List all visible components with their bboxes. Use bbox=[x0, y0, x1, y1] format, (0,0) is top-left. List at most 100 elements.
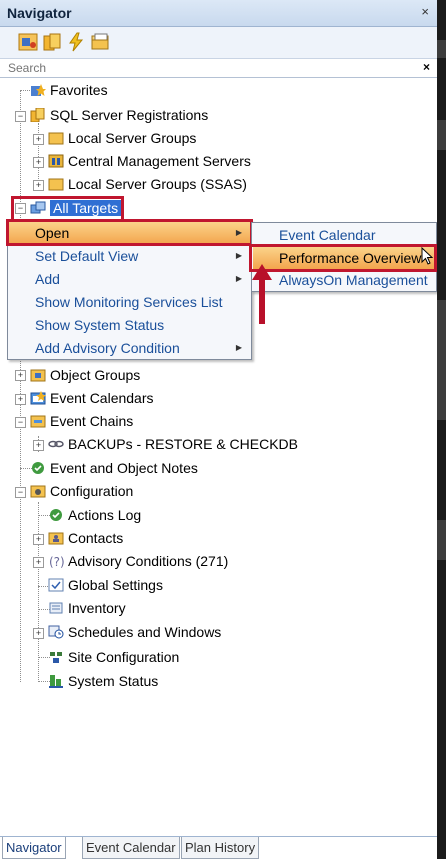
favorites-icon bbox=[31, 84, 46, 96]
edge-fragment bbox=[437, 520, 446, 560]
tree-item-system-status[interactable]: System Status bbox=[48, 671, 158, 691]
tree-item-label: SQL Server Registrations bbox=[50, 107, 209, 123]
tree-item-object-groups[interactable]: Object Groups bbox=[30, 365, 140, 385]
submenu-arrow-icon: ▶ bbox=[235, 251, 242, 260]
svg-text:(?): (?) bbox=[49, 555, 64, 568]
tree-item-label: System Status bbox=[68, 673, 159, 689]
submenu-item-alwayson-management[interactable]: AlwaysOn Management bbox=[253, 269, 435, 291]
expand-toggle[interactable]: + bbox=[33, 628, 44, 639]
tree-item-actions-log[interactable]: Actions Log bbox=[48, 505, 141, 525]
configuration-icon bbox=[30, 485, 46, 498]
menu-item-label: Show System Status bbox=[35, 317, 165, 333]
event-chains-icon bbox=[30, 415, 46, 428]
mouse-cursor-icon bbox=[421, 247, 434, 265]
clear-search-icon[interactable]: × bbox=[423, 60, 430, 74]
tree-item-sql-server-registrations[interactable]: SQL Server Registrations bbox=[30, 105, 208, 125]
submenu-item-event-calendar[interactable]: Event Calendar bbox=[253, 224, 435, 246]
expand-toggle[interactable]: + bbox=[33, 557, 44, 568]
all-targets-icon bbox=[30, 201, 46, 214]
lightning-icon[interactable] bbox=[66, 32, 86, 52]
tree-line bbox=[20, 90, 30, 91]
expand-toggle[interactable]: + bbox=[33, 134, 44, 145]
contacts-icon bbox=[48, 532, 64, 545]
registrations-icon bbox=[30, 108, 45, 122]
notes-icon bbox=[32, 462, 44, 474]
tree-item-site-configuration[interactable]: Site Configuration bbox=[48, 647, 179, 667]
tree-item-contacts[interactable]: Contacts bbox=[48, 528, 123, 548]
close-panel-button[interactable]: × bbox=[421, 4, 429, 19]
menu-item-label: Add Advisory Condition bbox=[35, 340, 180, 356]
tree-item-label: Event Calendars bbox=[50, 390, 154, 406]
expand-toggle[interactable]: + bbox=[15, 370, 26, 381]
menu-item-label: AlwaysOn Management bbox=[279, 272, 428, 288]
tree-item-schedules-windows[interactable]: Schedules and Windows bbox=[48, 622, 221, 642]
menu-item-add[interactable]: Add ▶ bbox=[9, 268, 250, 290]
annotation-arrow-icon bbox=[252, 264, 272, 324]
tree-item-label: Object Groups bbox=[50, 367, 141, 383]
submenu-arrow-icon: ▶ bbox=[235, 343, 242, 352]
search-input[interactable] bbox=[6, 60, 410, 76]
tree-item-local-server-groups[interactable]: Local Server Groups bbox=[48, 128, 196, 148]
navigator-titlebar: Navigator × bbox=[0, 0, 437, 27]
menu-item-show-system-status[interactable]: Show System Status bbox=[9, 314, 250, 336]
schedules-icon bbox=[48, 625, 64, 639]
tree-item-event-calendars[interactable]: Event Calendars bbox=[30, 388, 154, 408]
tree-item-advisory-conditions[interactable]: (?) Advisory Conditions (271) bbox=[48, 551, 228, 571]
tree-line bbox=[20, 90, 21, 682]
tree-item-label: Event and Object Notes bbox=[50, 460, 198, 476]
tree-item-backups-restore[interactable]: BACKUPs - RESTORE & CHECKDB bbox=[48, 434, 298, 454]
expand-toggle[interactable]: + bbox=[33, 534, 44, 545]
advisory-conditions-icon: (?) bbox=[49, 555, 64, 568]
chain-link-icon bbox=[48, 440, 64, 448]
adjacent-window-edge bbox=[437, 0, 446, 859]
tree-item-favorites[interactable]: Favorites bbox=[30, 80, 108, 100]
menu-item-set-default-view[interactable]: Set Default View ▶ bbox=[9, 245, 250, 267]
folder-icon bbox=[48, 132, 64, 145]
collapse-toggle[interactable]: − bbox=[15, 487, 26, 498]
collapse-toggle[interactable]: − bbox=[15, 203, 26, 214]
edge-fragment bbox=[437, 120, 446, 150]
navigator-panel: Navigator × × Favorit bbox=[0, 0, 437, 860]
open-highlight bbox=[6, 219, 253, 246]
tree-item-inventory[interactable]: Inventory bbox=[48, 598, 126, 618]
folder-icon[interactable] bbox=[90, 32, 110, 52]
expand-toggle[interactable]: + bbox=[33, 157, 44, 168]
tab-event-calendar[interactable]: Event Calendar bbox=[82, 837, 180, 859]
global-settings-icon bbox=[48, 578, 64, 592]
tree-item-configuration[interactable]: Configuration bbox=[30, 481, 133, 501]
tree-item-label: All Targets bbox=[50, 200, 122, 216]
tree-item-label: Site Configuration bbox=[68, 649, 180, 665]
menu-item-label: Show Monitoring Services List bbox=[35, 294, 223, 310]
group-icon[interactable] bbox=[42, 32, 62, 52]
tree-item-label: Advisory Conditions (271) bbox=[68, 553, 229, 569]
menu-item-show-monitoring-services[interactable]: Show Monitoring Services List bbox=[9, 291, 250, 313]
collapse-toggle[interactable]: − bbox=[15, 111, 26, 122]
inventory-icon bbox=[49, 602, 63, 614]
tab-plan-history[interactable]: Plan History bbox=[181, 837, 260, 859]
submenu-arrow-icon: ▶ bbox=[235, 274, 242, 283]
tree-item-local-server-groups-ssas[interactable]: Local Server Groups (SSAS) bbox=[48, 174, 247, 194]
tab-navigator[interactable]: Navigator bbox=[2, 837, 66, 859]
tree-item-event-object-notes[interactable]: Event and Object Notes bbox=[30, 458, 198, 478]
expand-toggle[interactable]: + bbox=[33, 440, 44, 451]
tree-item-global-settings[interactable]: Global Settings bbox=[48, 575, 163, 595]
menu-item-label: Set Default View bbox=[35, 248, 139, 264]
server-icon[interactable] bbox=[18, 32, 38, 52]
navigator-tree: Favorites − SQL Server Registrations + L… bbox=[0, 78, 437, 818]
tree-item-label: Inventory bbox=[68, 600, 126, 616]
menu-item-add-advisory-condition[interactable]: Add Advisory Condition ▶ bbox=[9, 337, 250, 359]
bottom-tab-strip: Navigator Event Calendar Plan History bbox=[0, 836, 437, 860]
tree-item-label: Actions Log bbox=[68, 507, 142, 523]
tree-item-label: Global Settings bbox=[68, 577, 163, 593]
navigator-toolbar bbox=[0, 27, 437, 59]
menu-item-label: Event Calendar bbox=[279, 227, 376, 243]
edge-fragment bbox=[437, 300, 446, 420]
tree-item-label: Local Server Groups bbox=[68, 130, 197, 146]
collapse-toggle[interactable]: − bbox=[15, 417, 26, 428]
expand-toggle[interactable]: + bbox=[15, 394, 26, 405]
tree-item-event-chains[interactable]: Event Chains bbox=[30, 411, 133, 431]
actions-log-icon bbox=[50, 509, 62, 521]
tree-item-all-targets[interactable]: All Targets bbox=[30, 198, 122, 218]
expand-toggle[interactable]: + bbox=[33, 180, 44, 191]
tree-item-central-management-servers[interactable]: Central Management Servers bbox=[48, 151, 251, 171]
